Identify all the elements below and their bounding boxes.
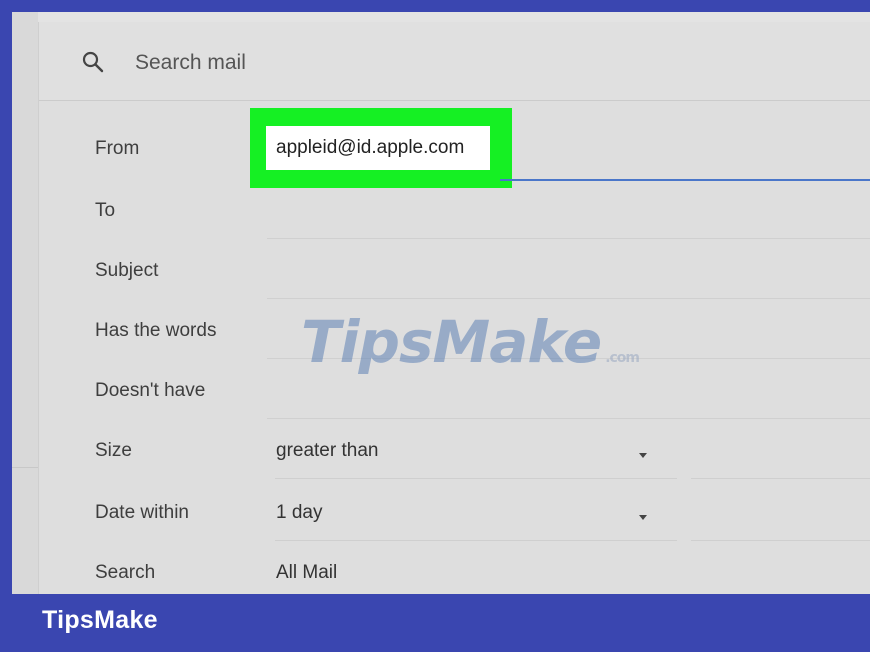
date-within-select-underline [275, 540, 677, 541]
date-within-select[interactable]: 1 day [276, 502, 322, 524]
search-bar[interactable]: Search mail [39, 22, 870, 101]
doesnt-have-label: Doesn't have [95, 380, 206, 401]
has-words-label: Has the words [95, 320, 217, 341]
search-icon[interactable] [81, 50, 105, 74]
to-label: To [95, 200, 116, 221]
size-select[interactable]: greater than [276, 440, 378, 462]
date-within-value-field[interactable] [691, 540, 870, 541]
watermark-suffix: .com [605, 350, 640, 366]
watermark-text: TipsMake [301, 308, 602, 376]
subject-label: Subject [95, 260, 159, 281]
background-inbox-edge [12, 12, 38, 594]
subject-field[interactable] [267, 298, 870, 299]
screenshot-frame: Search mail From To Subject Has the word… [12, 12, 870, 594]
to-field[interactable] [267, 238, 870, 239]
footer-bar: TipsMake [0, 594, 870, 652]
date-within-dropdown-icon[interactable] [639, 515, 647, 520]
advanced-search-panel: Search mail From To Subject Has the word… [38, 22, 870, 594]
doesnt-have-field[interactable] [267, 418, 870, 419]
from-field[interactable] [266, 126, 490, 170]
background-divider [12, 467, 38, 468]
footer-brand: TipsMake [42, 606, 158, 634]
size-select-underline [275, 478, 677, 479]
search-in-label: Search [95, 562, 156, 583]
size-dropdown-icon[interactable] [639, 453, 647, 458]
search-in-select[interactable]: All Mail [276, 562, 337, 584]
search-placeholder[interactable]: Search mail [135, 51, 246, 75]
size-label: Size [95, 440, 132, 461]
from-label: From [95, 138, 140, 159]
from-field-underline [500, 179, 870, 181]
watermark-logo: TipsMake .com [301, 308, 640, 376]
size-value-field[interactable] [691, 478, 870, 479]
date-within-label: Date within [95, 502, 189, 523]
